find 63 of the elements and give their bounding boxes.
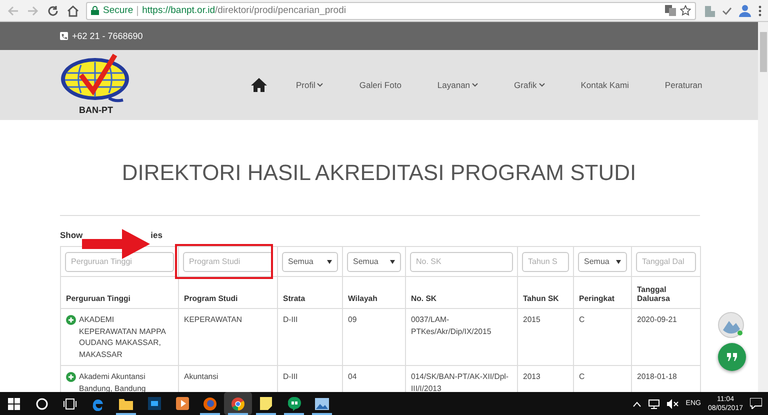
- note-icon: [260, 397, 272, 410]
- chat-button[interactable]: [718, 343, 746, 371]
- translate-icon[interactable]: [665, 5, 676, 16]
- image-icon: [315, 398, 329, 410]
- filter-select[interactable]: Semua: [282, 252, 338, 272]
- avatar-icon[interactable]: [718, 312, 744, 338]
- nav-link[interactable]: Galeri Foto: [359, 80, 402, 90]
- taskbar-app[interactable]: [224, 392, 252, 415]
- menu-icon[interactable]: [758, 4, 762, 16]
- lock-icon: [91, 6, 99, 15]
- folder-icon: [119, 398, 133, 410]
- nav-link[interactable]: Peraturan: [664, 80, 702, 90]
- edge-icon: [91, 396, 105, 410]
- phone-icon: [60, 32, 68, 40]
- play-icon: [176, 397, 188, 410]
- caret-icon: [327, 260, 332, 264]
- network-icon[interactable]: [648, 398, 660, 408]
- task-view-icon: [63, 398, 77, 410]
- nav-link[interactable]: Layanan: [437, 80, 478, 90]
- secure-label: Secure: [103, 5, 134, 16]
- filter-select[interactable]: Semua: [578, 252, 627, 272]
- quote-icon: [727, 353, 737, 361]
- nav-link[interactable]: Kontak Kami: [580, 80, 629, 90]
- expand-icon[interactable]: [66, 315, 76, 325]
- chrome-icon: [231, 396, 245, 410]
- filter-field[interactable]: Tahun S: [522, 252, 569, 272]
- speaker-muted-icon[interactable]: [666, 398, 679, 408]
- filter-select[interactable]: Semua: [347, 252, 401, 272]
- star-icon[interactable]: [680, 5, 691, 16]
- chevron-up-icon[interactable]: [632, 400, 641, 406]
- caret-icon: [616, 260, 621, 264]
- caret-icon: [390, 260, 395, 264]
- phone-number: +62 21 - 7668690: [72, 31, 143, 41]
- home-icon: [250, 77, 268, 93]
- filter-field[interactable]: No. SK: [410, 252, 513, 272]
- show-label: Show: [60, 230, 83, 240]
- annotation-arrow: [82, 229, 150, 259]
- home-nav-link[interactable]: [250, 77, 268, 93]
- nav-link[interactable]: Profil: [296, 80, 324, 90]
- url-text: https://banpt.or.id/direktori/prodi/pencarian_prodi: [142, 5, 347, 16]
- scrollbar[interactable]: [758, 22, 768, 392]
- reload-icon[interactable]: [46, 4, 60, 18]
- filter-field[interactable]: Tanggal Dal: [636, 252, 696, 272]
- chevron-down-icon: [317, 83, 324, 87]
- notification-icon[interactable]: [750, 398, 762, 409]
- check-icon[interactable]: [722, 6, 732, 16]
- home-icon[interactable]: [66, 4, 80, 18]
- chevron-down-icon: [538, 83, 545, 87]
- nav-link[interactable]: Grafik: [514, 80, 545, 90]
- windows-icon: [8, 398, 20, 410]
- entries-label: ies: [150, 230, 162, 240]
- expand-icon[interactable]: [66, 372, 76, 382]
- search-icon: [36, 398, 48, 410]
- chevron-down-icon: [472, 83, 478, 87]
- filter-field[interactable]: Perguruan Tinggi: [65, 252, 174, 272]
- address-bar[interactable]: Secure https://banpt.or.id/direktori/prodi/pencarian_prodi: [86, 2, 696, 20]
- filter-field[interactable]: Program Studi: [183, 252, 273, 272]
- profile-icon[interactable]: [738, 4, 752, 18]
- page-title: DIREKTORI HASIL AKREDITASI PROGRAM STUDI: [120, 159, 638, 187]
- chat-bubble-icon: [288, 396, 300, 410]
- logo-text: BAN-PT: [79, 105, 113, 115]
- app-square-icon: [148, 397, 160, 410]
- firefox-icon: [203, 396, 217, 410]
